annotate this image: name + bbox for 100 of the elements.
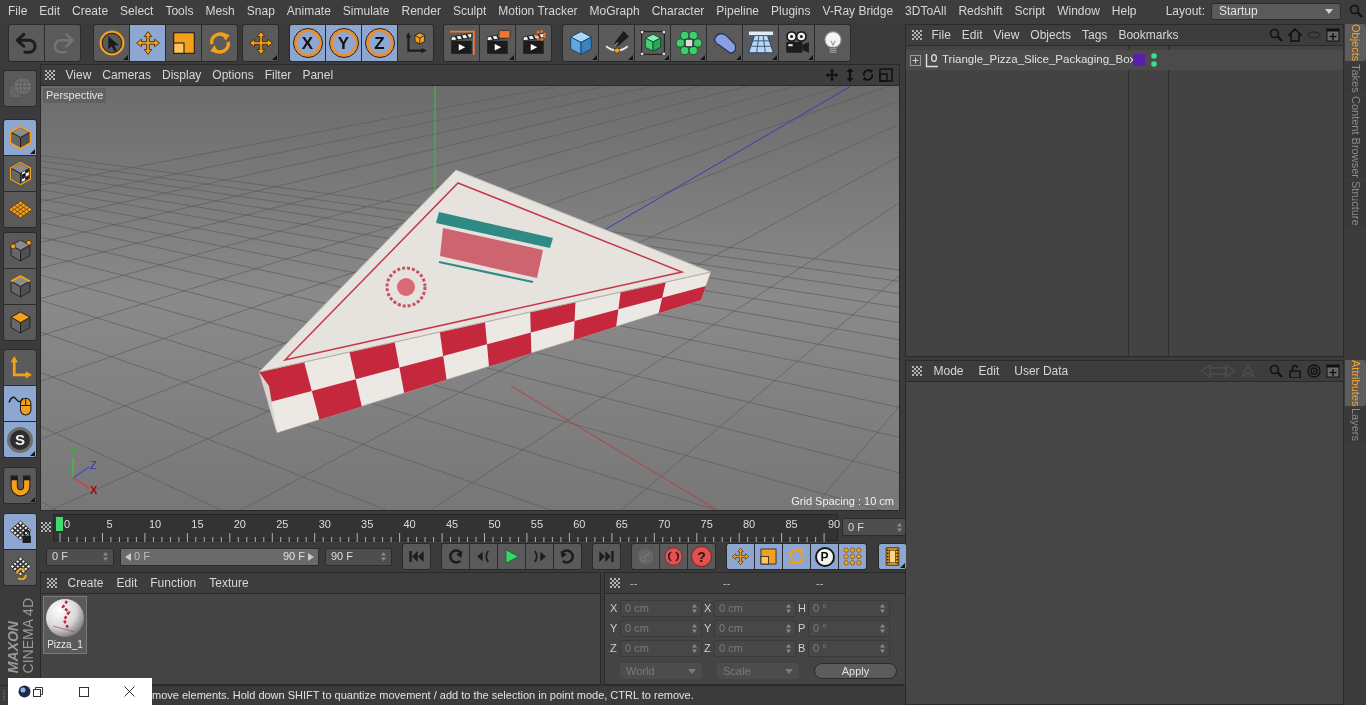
- camera-object-button[interactable]: [779, 25, 814, 61]
- pen-tool-button[interactable]: [599, 25, 634, 61]
- menu-item[interactable]: Character: [645, 0, 711, 22]
- end-frame-field[interactable]: 90 F: [325, 547, 392, 566]
- move-tool-button[interactable]: [243, 25, 278, 61]
- menu-item[interactable]: Select: [114, 0, 160, 22]
- render-settings-button[interactable]: [516, 25, 551, 61]
- menu-item[interactable]: Snap: [240, 0, 281, 22]
- previous-frame-button[interactable]: [470, 544, 497, 569]
- menu-item[interactable]: V-Ray Bridge: [816, 0, 900, 22]
- spinner-arrows-icon[interactable]: [381, 552, 386, 561]
- spinner-arrows-icon[interactable]: [897, 522, 902, 532]
- next-frame-button[interactable]: [526, 544, 553, 569]
- menu-item[interactable]: Animate: [280, 0, 337, 22]
- close-icon[interactable]: [124, 686, 135, 697]
- menu-item[interactable]: Edit: [956, 25, 989, 45]
- grip-icon[interactable]: [912, 30, 922, 40]
- solo-button[interactable]: S: [4, 422, 36, 457]
- select-tool-button[interactable]: [94, 25, 129, 61]
- key-points-button[interactable]: [839, 544, 866, 569]
- render-view-button[interactable]: [444, 25, 479, 61]
- light-object-button[interactable]: [815, 25, 850, 61]
- timeline-sync-button[interactable]: [4, 550, 36, 585]
- points-mode-button[interactable]: [4, 233, 36, 268]
- new-panel-icon[interactable]: [1326, 364, 1340, 378]
- menu-item[interactable]: User Data: [1006, 361, 1076, 381]
- play-button[interactable]: [498, 544, 525, 569]
- menu-item[interactable]: Options: [206, 65, 260, 85]
- start-frame-field[interactable]: 0 F: [46, 547, 114, 566]
- render-picture-button[interactable]: [480, 25, 515, 61]
- left-arrow-icon[interactable]: [125, 552, 131, 561]
- floor-object-button[interactable]: [743, 25, 778, 61]
- scale-tool-button[interactable]: [166, 25, 201, 61]
- deformer-button[interactable]: [707, 25, 742, 61]
- autokey-button[interactable]: ?: [688, 544, 715, 569]
- axis-lock-button[interactable]: X: [290, 25, 325, 61]
- grip-icon[interactable]: [912, 366, 922, 376]
- menu-item[interactable]: Create: [61, 573, 111, 593]
- menu-item[interactable]: Filter: [259, 65, 297, 85]
- menu-item[interactable]: View: [988, 25, 1025, 45]
- menu-item[interactable]: Display: [156, 65, 207, 85]
- menu-item[interactable]: Help: [1105, 0, 1143, 22]
- current-frame-field[interactable]: 0 F: [842, 518, 908, 536]
- menu-item[interactable]: Cameras: [96, 65, 157, 85]
- menu-item[interactable]: Render: [395, 0, 447, 22]
- cloner-button[interactable]: [671, 25, 706, 61]
- next-key-button[interactable]: [554, 544, 581, 569]
- menu-item[interactable]: Panel: [296, 65, 339, 85]
- new-panel-icon[interactable]: [1326, 28, 1340, 42]
- menu-item[interactable]: Tools: [159, 0, 200, 22]
- edges-mode-button[interactable]: [4, 269, 36, 304]
- menu-item[interactable]: Create: [66, 0, 115, 22]
- expand-icon[interactable]: [910, 54, 921, 66]
- menu-item[interactable]: File: [926, 25, 957, 45]
- app-logo-icon[interactable]: [18, 685, 31, 698]
- grip-icon[interactable]: [41, 522, 51, 532]
- menu-item[interactable]: File: [2, 0, 34, 22]
- axis-lock-button[interactable]: Z: [362, 25, 397, 61]
- tweak-mode-button[interactable]: [4, 386, 36, 421]
- menu-item[interactable]: Edit: [33, 0, 67, 22]
- key-parameter-button[interactable]: P: [811, 544, 838, 569]
- menu-item[interactable]: 3DToAll: [899, 0, 953, 22]
- spinner-arrows-icon[interactable]: [103, 552, 108, 561]
- grip-icon[interactable]: [47, 578, 57, 588]
- menu-item[interactable]: Redshift: [952, 0, 1009, 22]
- menu-item[interactable]: View: [60, 65, 97, 85]
- tag-swatch-icon[interactable]: [1133, 54, 1145, 66]
- menu-item[interactable]: Simulate: [336, 0, 396, 22]
- menu-item[interactable]: Plugins: [765, 0, 817, 22]
- viewport-canvas[interactable]: Perspective Y Z X Grid Spacing : 10 cm: [41, 85, 899, 510]
- maximize-icon[interactable]: [79, 686, 89, 697]
- cube-object-button[interactable]: [563, 25, 598, 61]
- timeline-button[interactable]: [879, 544, 906, 569]
- menu-item[interactable]: Function: [143, 573, 203, 593]
- menu-item[interactable]: Window: [1051, 0, 1106, 22]
- record-button[interactable]: [660, 544, 687, 569]
- menu-item[interactable]: Mode: [926, 361, 972, 381]
- menu-item[interactable]: Pipeline: [710, 0, 766, 22]
- menu-item[interactable]: MoGraph: [583, 0, 646, 22]
- timeline-ruler[interactable]: 0 5 10 15 20 25 30 35 40 45 50 55 60 65 70 75 80 85 90: [53, 513, 838, 541]
- grip-icon[interactable]: [45, 70, 55, 80]
- go-to-start-button[interactable]: [403, 544, 430, 569]
- snap-button[interactable]: [4, 468, 36, 503]
- apply-button[interactable]: Apply: [814, 663, 897, 679]
- menu-item[interactable]: Bookmarks: [1112, 25, 1184, 45]
- subdivision-button[interactable]: [635, 25, 670, 61]
- menu-item[interactable]: Script: [1008, 0, 1052, 22]
- move-tool-button[interactable]: [130, 25, 165, 61]
- menu-item[interactable]: Texture: [202, 573, 256, 593]
- right-arrow-icon[interactable]: [308, 552, 314, 561]
- grip-icon[interactable]: [610, 578, 620, 588]
- polygons-mode-button[interactable]: [4, 305, 36, 340]
- texture-mode-button[interactable]: [4, 156, 36, 191]
- menu-item[interactable]: Sculpt: [446, 0, 493, 22]
- frame-range-slider[interactable]: 0 F 90 F: [120, 547, 319, 566]
- menu-item[interactable]: Edit: [110, 573, 144, 593]
- restore-icon[interactable]: [33, 686, 43, 697]
- menu-item[interactable]: Objects: [1024, 25, 1077, 45]
- playhead-marker[interactable]: [56, 516, 63, 531]
- axis-lock-button[interactable]: Y: [326, 25, 361, 61]
